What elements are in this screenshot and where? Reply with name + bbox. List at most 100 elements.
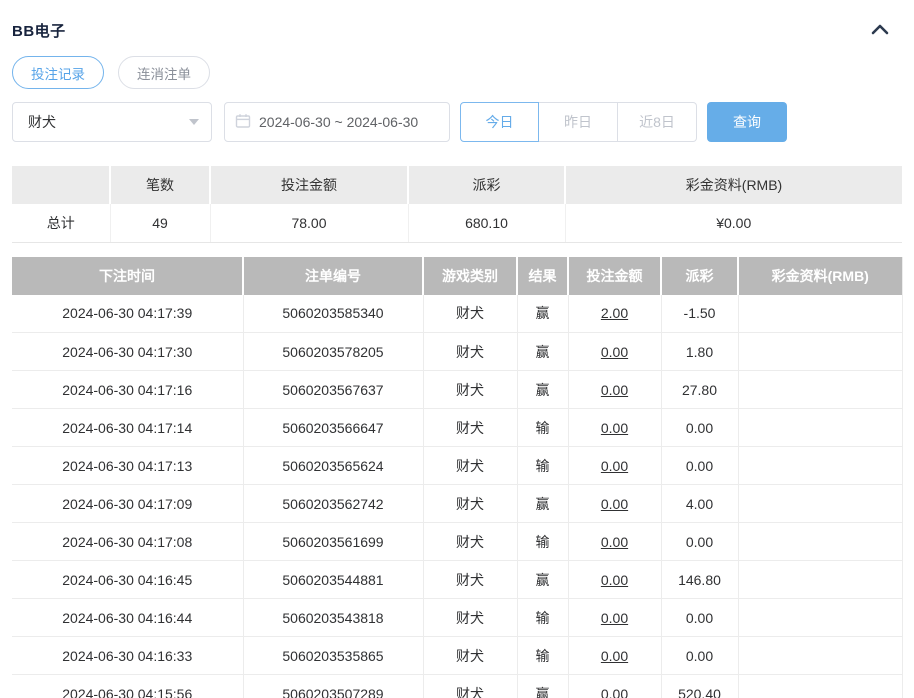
game-type-cell: 财犬 xyxy=(423,598,518,637)
game-type-cell: 财犬 xyxy=(423,332,518,371)
bet-time-cell: 2024-06-30 04:17:08 xyxy=(12,522,244,561)
bet-amount-link[interactable]: 0.00 xyxy=(568,674,662,698)
game-type-cell: 财犬 xyxy=(423,522,518,561)
collapse-panel-button[interactable] xyxy=(866,20,894,41)
bet-number-cell: 5060203535865 xyxy=(243,636,424,675)
table-row: 2024-06-30 04:17:08 5060203561699 财犬输 0.00 0… xyxy=(12,522,903,561)
chevron-down-icon xyxy=(189,119,199,125)
table-row: 2024-06-30 04:15:56 5060203507289 财犬赢 0.00 5… xyxy=(12,674,903,698)
records-header-row: 下注时间 注单编号 游戏类别 结果 投注金额 派彩 彩金资料(RMB) xyxy=(12,256,903,295)
filter-bar: 财犬 2024-06-30 ~ 2024-06-30 今日 昨日 近8日 查询 xyxy=(12,102,902,142)
header-bet-time: 下注时间 xyxy=(12,256,244,295)
bet-amount-link[interactable]: 0.00 xyxy=(568,522,662,561)
result-cell: 输 xyxy=(517,636,569,675)
result-cell: 赢 xyxy=(517,294,569,333)
result-cell: 输 xyxy=(517,522,569,561)
bonus-cell xyxy=(738,294,903,333)
payout-cell: 0.00 xyxy=(661,446,739,485)
today-button[interactable]: 今日 xyxy=(460,102,539,142)
bet-amount-link[interactable]: 0.00 xyxy=(568,408,662,447)
result-cell: 输 xyxy=(517,446,569,485)
summary-header-bet-amount: 投注金额 xyxy=(210,166,409,204)
bet-amount-link[interactable]: 0.00 xyxy=(568,446,662,485)
panel-header: BB电子 xyxy=(12,0,902,41)
bonus-cell xyxy=(738,408,903,447)
table-row: 2024-06-30 04:17:39 5060203585340 财犬赢 2.00-… xyxy=(12,294,903,333)
bet-time-cell: 2024-06-30 04:15:56 xyxy=(12,674,244,698)
last-8-days-button[interactable]: 近8日 xyxy=(618,102,697,142)
bet-time-cell: 2024-06-30 04:16:45 xyxy=(12,560,244,599)
summary-total-row: 总计 49 78.00 680.10 ¥0.00 xyxy=(12,204,902,243)
tab-bet-records[interactable]: 投注记录 xyxy=(12,56,104,89)
bonus-cell xyxy=(738,636,903,675)
payout-cell: 1.80 xyxy=(661,332,739,371)
payout-cell: 0.00 xyxy=(661,636,739,675)
summary-total-bet-amount: 78.00 xyxy=(210,204,409,243)
bonus-cell xyxy=(738,332,903,371)
bet-number-cell: 5060203566647 xyxy=(243,408,424,447)
bonus-cell xyxy=(738,674,903,698)
result-cell: 输 xyxy=(517,598,569,637)
summary-header-blank xyxy=(12,166,111,204)
bet-amount-link[interactable]: 0.00 xyxy=(568,332,662,371)
bet-amount-link[interactable]: 0.00 xyxy=(568,636,662,675)
game-type-cell: 财犬 xyxy=(423,294,518,333)
payout-cell: 0.00 xyxy=(661,408,739,447)
summary-total-payout: 680.10 xyxy=(408,204,566,243)
game-type-cell: 财犬 xyxy=(423,636,518,675)
header-game-type: 游戏类别 xyxy=(423,256,518,295)
game-type-cell: 财犬 xyxy=(423,560,518,599)
game-select-value: 财犬 xyxy=(28,114,56,130)
bonus-cell xyxy=(738,598,903,637)
bonus-cell xyxy=(738,484,903,523)
summary-total-bonus: ¥0.00 xyxy=(565,204,902,243)
table-row: 2024-06-30 04:16:45 5060203544881 财犬赢 0.00 1… xyxy=(12,560,903,599)
search-button[interactable]: 查询 xyxy=(707,102,787,142)
bet-number-cell: 5060203507289 xyxy=(243,674,424,698)
summary-total-count: 49 xyxy=(110,204,211,243)
records-table: 下注时间 注单编号 游戏类别 结果 投注金额 派彩 彩金资料(RMB) 2024… xyxy=(12,256,903,698)
bet-amount-link[interactable]: 0.00 xyxy=(568,598,662,637)
chevron-up-icon xyxy=(870,24,890,39)
calendar-icon xyxy=(235,113,251,132)
game-select[interactable]: 财犬 xyxy=(12,102,212,142)
bet-amount-link[interactable]: 0.00 xyxy=(568,484,662,523)
header-payout: 派彩 xyxy=(661,256,739,295)
summary-total-label: 总计 xyxy=(12,204,111,243)
bet-number-cell: 5060203562742 xyxy=(243,484,424,523)
table-row: 2024-06-30 04:17:30 5060203578205 财犬赢 0.00 1… xyxy=(12,332,903,371)
bet-number-cell: 5060203565624 xyxy=(243,446,424,485)
result-cell: 赢 xyxy=(517,484,569,523)
yesterday-button[interactable]: 昨日 xyxy=(539,102,618,142)
result-cell: 赢 xyxy=(517,370,569,409)
bonus-cell xyxy=(738,370,903,409)
game-type-cell: 财犬 xyxy=(423,674,518,698)
bet-time-cell: 2024-06-30 04:17:14 xyxy=(12,408,244,447)
bet-amount-link[interactable]: 0.00 xyxy=(568,370,662,409)
bet-time-cell: 2024-06-30 04:17:16 xyxy=(12,370,244,409)
payout-cell: 146.80 xyxy=(661,560,739,599)
header-bet-amount: 投注金额 xyxy=(568,256,662,295)
result-cell: 赢 xyxy=(517,674,569,698)
game-type-cell: 财犬 xyxy=(423,446,518,485)
bet-time-cell: 2024-06-30 04:16:33 xyxy=(12,636,244,675)
date-range-picker[interactable]: 2024-06-30 ~ 2024-06-30 xyxy=(224,102,450,142)
bet-time-cell: 2024-06-30 04:17:30 xyxy=(12,332,244,371)
bonus-cell xyxy=(738,560,903,599)
quick-date-button-group: 今日 昨日 近8日 xyxy=(460,102,697,142)
summary-header-payout: 派彩 xyxy=(408,166,566,204)
bet-amount-link[interactable]: 2.00 xyxy=(568,294,662,333)
payout-cell: 0.00 xyxy=(661,598,739,637)
table-row: 2024-06-30 04:17:13 5060203565624 财犬输 0.00 0… xyxy=(12,446,903,485)
summary-header-row: 笔数 投注金额 派彩 彩金资料(RMB) xyxy=(12,166,902,204)
table-row: 2024-06-30 04:16:44 5060203543818 财犬输 0.00 0… xyxy=(12,598,903,637)
tab-cancelled-bets[interactable]: 连消注单 xyxy=(118,56,210,89)
summary-table: 笔数 投注金额 派彩 彩金资料(RMB) 总计 49 78.00 680.10 … xyxy=(12,166,902,243)
bet-amount-link[interactable]: 0.00 xyxy=(568,560,662,599)
bet-time-cell: 2024-06-30 04:17:39 xyxy=(12,294,244,333)
header-bonus: 彩金资料(RMB) xyxy=(738,256,903,295)
game-type-cell: 财犬 xyxy=(423,370,518,409)
result-cell: 赢 xyxy=(517,332,569,371)
summary-header-bonus: 彩金资料(RMB) xyxy=(565,166,902,204)
game-type-cell: 财犬 xyxy=(423,408,518,447)
